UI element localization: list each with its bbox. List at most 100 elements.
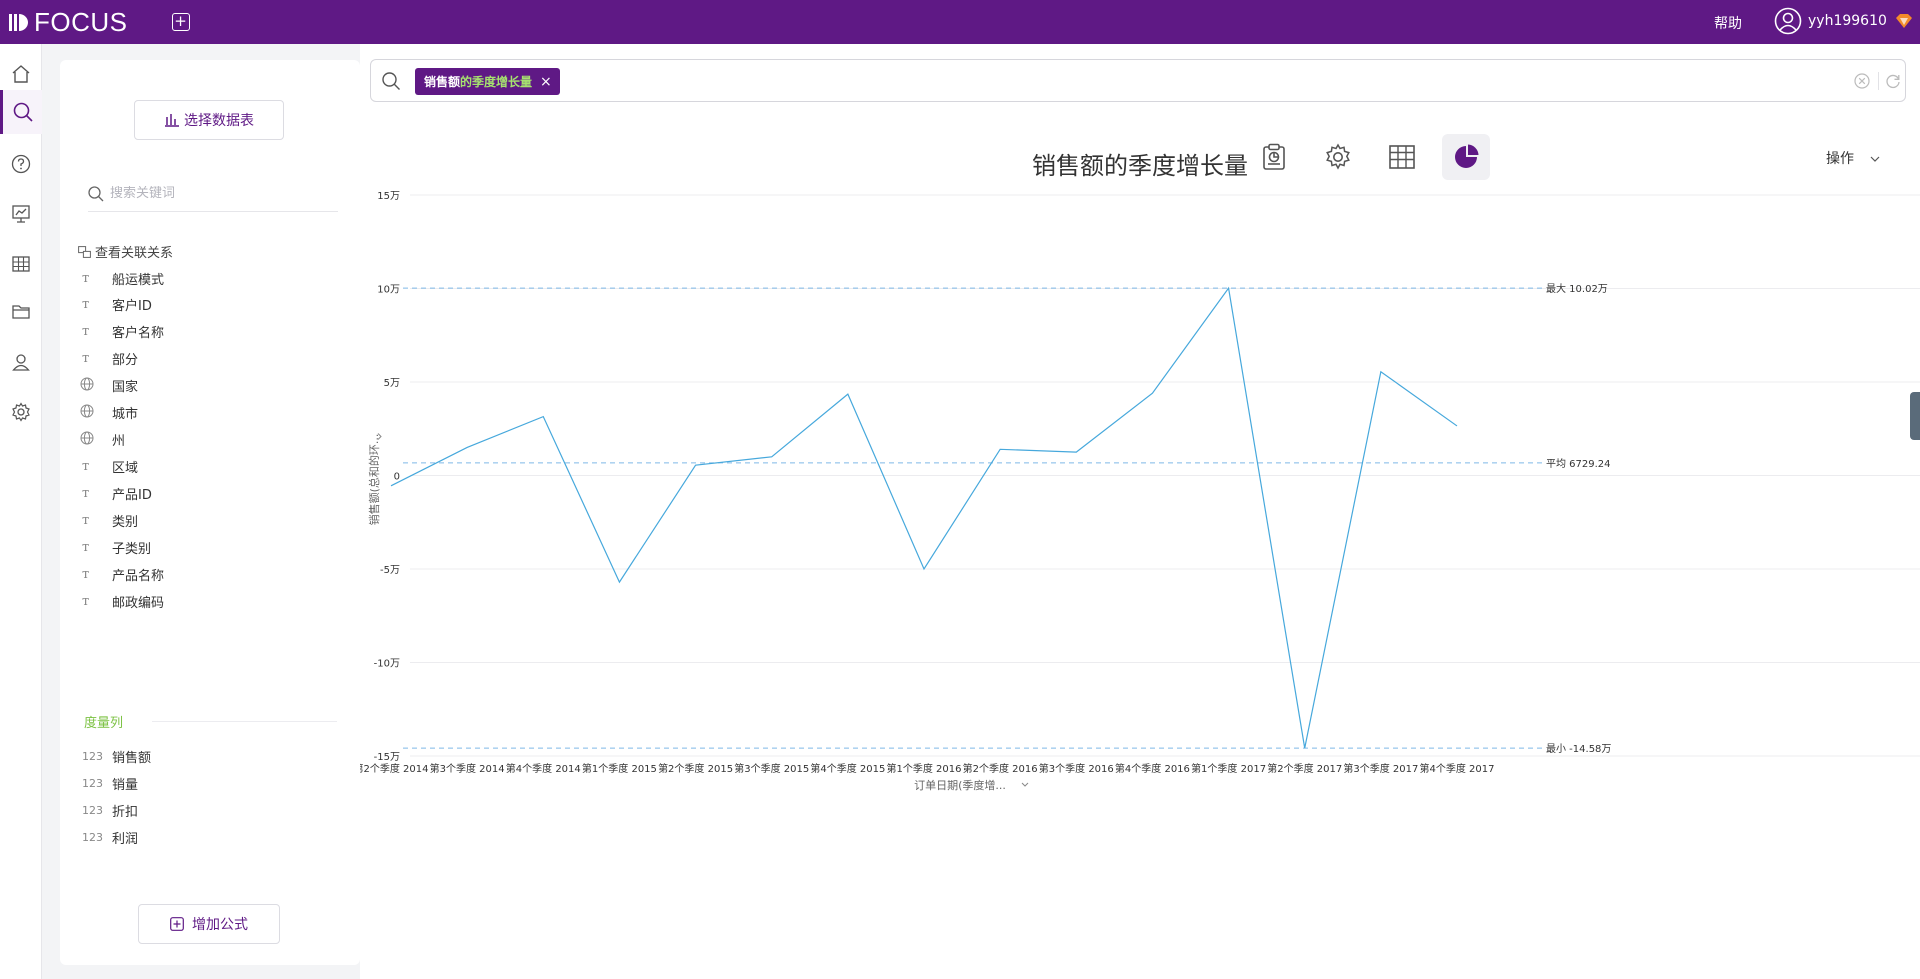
relation-icon [78,245,91,258]
logo-text: FOCUS [34,6,128,37]
y-tick-label: -10万 [374,659,400,670]
search-divider [1878,72,1879,90]
user-menu[interactable]: yyh199610 [1774,7,1913,35]
text-type-icon: ᴛ [82,459,90,474]
reference-line-label: 最小 -14.58万 [1546,743,1611,755]
text-type-icon: ᴛ [82,567,90,582]
nav-search-icon[interactable] [0,90,42,134]
text-type-icon: ᴛ [82,540,90,555]
globe-icon [80,377,112,395]
x-tick-label: 第3个季度 2015 [734,762,809,775]
x-tick-label: 第4个季度 2015 [810,762,885,775]
view-relations-link[interactable]: 查看关联关系 [78,242,173,261]
nav-table-icon[interactable] [0,244,42,284]
add-formula-label: 增加公式 [192,917,248,933]
y-axis-chevron-right-icon [377,433,382,440]
list-item[interactable]: ᴛ 邮政编码 [80,585,340,618]
column-label: 产品ID [112,488,152,503]
text-type-icon: ᴛ [82,351,90,366]
x-tick-label: 第2个季度 2014 [360,762,429,775]
column-label: 州 [112,434,126,449]
column-label: 销量 [112,778,139,793]
column-label: 客户名称 [112,326,165,341]
logo-icon [9,14,28,31]
column-label: 船运模式 [112,273,165,288]
nav-presentation-chart-icon[interactable] [0,194,42,234]
view-relations-label: 查看关联关系 [95,246,174,261]
app-logo[interactable]: FOCUS [8,7,128,38]
left-nav [0,44,42,979]
x-axis-chevron-down-icon [1021,782,1029,787]
column-label: 利润 [112,832,139,847]
column-label: 部分 [112,353,139,368]
numeric-type-icon: 123 [82,831,103,844]
text-type-icon: ᴛ [82,513,90,528]
x-tick-label: 第2个季度 2016 [963,762,1038,775]
globe-icon [80,431,112,449]
select-table-label: 选择数据表 [184,113,254,129]
side-scroll-tab[interactable] [1910,392,1920,440]
nav-folder-icon[interactable] [0,292,42,332]
search-bar[interactable]: 销售额 的季度增长量 × [370,59,1906,102]
search-token-measure: 销售额 [424,75,461,89]
text-type-icon: ᴛ [82,272,90,286]
column-label: 邮政编码 [112,596,165,611]
x-tick-label: 第1个季度 2015 [582,762,657,775]
y-tick-label: 10万 [377,285,400,296]
x-axis-label: 订单日期(季度增... [914,778,1006,792]
column-label: 国家 [112,380,139,395]
select-table-button[interactable]: 选择数据表 [134,100,284,140]
y-axis-label: 销售额(总和的环... [367,434,381,526]
column-label: 折扣 [112,805,139,820]
token-close-icon[interactable]: × [540,74,552,90]
x-tick-label: 第3个季度 2016 [1039,762,1114,775]
numeric-type-icon: 123 [82,777,103,790]
top-bar: FOCUS + 帮助 yyh199610 [0,0,1920,44]
x-tick-label: 第1个季度 2016 [887,762,962,775]
nav-help-circle-icon[interactable] [0,144,42,184]
numeric-type-icon: 123 [82,750,103,763]
x-tick-label: 第1个季度 2017 [1191,762,1266,775]
search-token[interactable]: 销售额 的季度增长量 × [415,68,560,95]
clear-circle-icon[interactable] [1854,73,1870,89]
text-type-icon: ᴛ [82,297,90,312]
globe-icon [80,404,112,422]
keyword-search-input[interactable] [110,186,310,201]
measure-divider [152,721,337,722]
main-area: 销售额 的季度增长量 × 操作 销售额的季度增长量 15万 10万 5万 0 -5万 -10… [360,44,1920,979]
x-tick-label: 第2个季度 2015 [658,762,733,775]
chart-title: 销售额的季度增长量 [1032,152,1248,180]
y-tick-label: 15万 [377,191,400,202]
username: yyh199610 [1808,13,1887,29]
new-plus-square-icon[interactable]: + [171,13,190,31]
column-label: 区域 [112,461,139,476]
x-tick-label: 第4个季度 2017 [1420,762,1495,775]
reference-line-label: 最大 10.02万 [1546,282,1608,295]
column-label: 类别 [112,515,139,530]
text-type-icon: ᴛ [82,324,90,339]
y-tick-label: -15万 [374,752,400,763]
text-type-icon: ᴛ [82,486,90,501]
series-line [390,286,1458,749]
y-tick-label: -5万 [380,565,400,576]
search-token-keyword: 的季度增长量 [460,75,533,89]
refresh-icon[interactable] [1885,73,1901,89]
search-icon [88,185,104,201]
add-formula-button[interactable]: 增加公式 [138,904,280,944]
measure-section-title: 度量列 [84,716,124,731]
measure-item[interactable]: 123 利润 [80,821,340,854]
diamond-icon [1895,14,1912,28]
text-type-icon: ᴛ [82,594,90,609]
x-tick-label: 第3个季度 2014 [430,762,505,775]
data-source-panel: 选择数据表 查看关联关系 ᴛ船运模式ᴛ客户IDᴛ客户名称ᴛ部分国家城市州ᴛ区域ᴛ… [60,60,360,965]
reference-line-label: 平均 6729.24 [1546,458,1611,470]
plus-square-icon [170,917,184,931]
user-circle-icon [1774,7,1802,35]
nav-home-icon[interactable] [0,54,42,94]
numeric-type-icon: 123 [82,804,103,817]
nav-user-icon[interactable] [0,342,42,382]
column-label: 产品名称 [112,569,165,584]
x-tick-label: 第2个季度 2017 [1267,762,1342,775]
help-link[interactable]: 帮助 [1714,13,1742,33]
nav-gear-icon[interactable] [0,392,42,432]
